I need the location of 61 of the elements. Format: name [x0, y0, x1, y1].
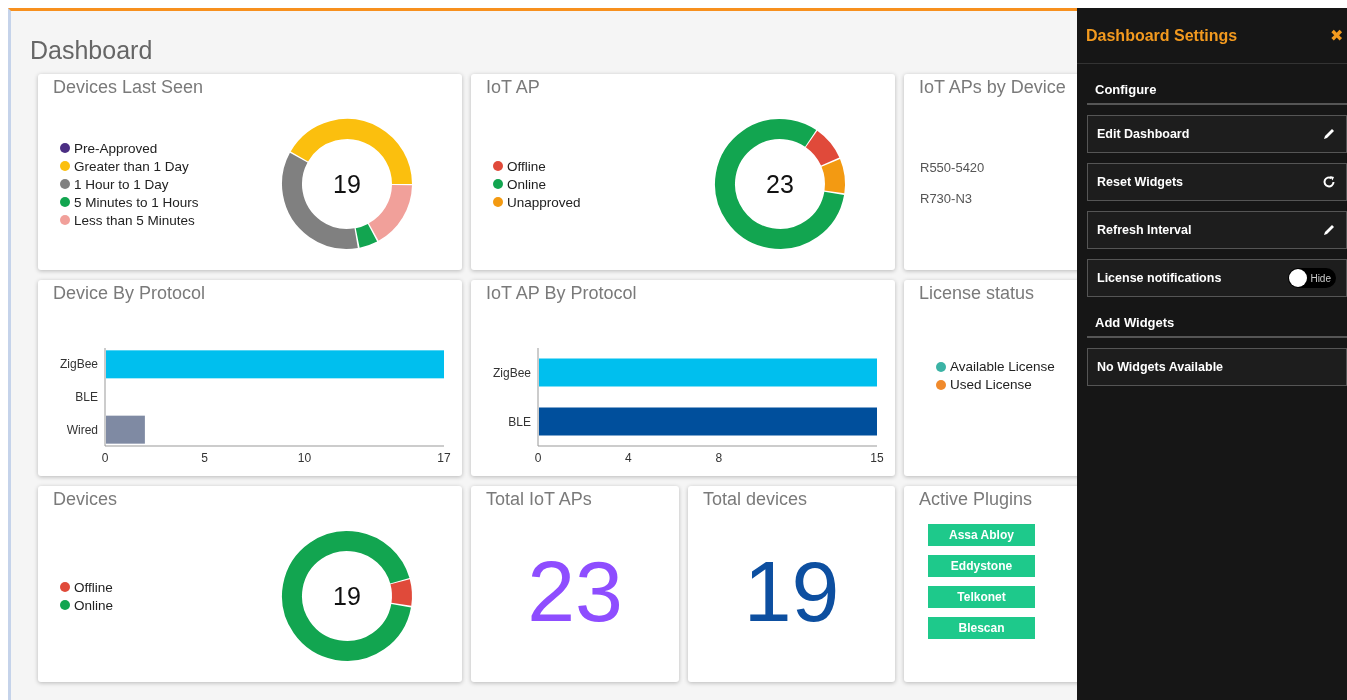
- legend-label: Offline: [507, 158, 546, 174]
- tick-label: 17: [437, 451, 451, 464]
- widget-title: Total IoT APs: [486, 489, 592, 510]
- tick-label: 0: [101, 451, 109, 464]
- count-value: 23: [526, 541, 624, 641]
- legend-label: Unapproved: [507, 194, 581, 210]
- device-label: R730-N3: [920, 191, 973, 206]
- legend-label: Greater than 1 Day: [74, 158, 189, 174]
- legend-label: Used License: [950, 377, 1032, 392]
- tick-label: 10: [297, 451, 312, 464]
- total-count: 23: [766, 169, 794, 199]
- widget-title: Device By Protocol: [53, 283, 206, 304]
- widget-title: Devices Last Seen: [53, 77, 204, 98]
- device-label: R550-5420: [920, 160, 985, 175]
- settings-button[interactable]: Reset Widgets: [1087, 163, 1347, 201]
- bar: [106, 415, 145, 444]
- info-text: No Widgets Available: [1097, 360, 1224, 374]
- widget-title: Active Plugins: [919, 489, 1033, 510]
- legend-label: Online: [507, 176, 547, 192]
- page-title: Dashboard: [30, 36, 153, 66]
- plugin-tag: Telkonet: [928, 586, 1035, 608]
- category-label: ZigBee: [59, 357, 98, 372]
- tick-label: 5: [201, 451, 209, 464]
- legend-label: Online: [74, 597, 114, 613]
- widget-title: License status: [919, 283, 1035, 304]
- plugin-tag: Blescan: [928, 617, 1035, 639]
- tick-label: 15: [870, 451, 884, 464]
- legend-label: Less than 5 Minutes: [74, 212, 195, 228]
- settings-button[interactable]: Edit Dashboard: [1087, 115, 1347, 153]
- widget-title: IoT AP By Protocol: [486, 283, 637, 304]
- tick-label: 8: [715, 451, 723, 464]
- widget-title: IoT APs by Device: [919, 77, 1066, 98]
- category-label: Wired: [66, 422, 98, 437]
- legend-label: Available License: [950, 359, 1055, 374]
- section-heading: Configure: [1087, 64, 1347, 105]
- total-count: 19: [333, 581, 361, 611]
- category-label: BLE: [75, 390, 98, 404]
- pencil-icon: [1322, 223, 1336, 237]
- widget-title: Total devices: [703, 489, 808, 510]
- count-value: 19: [742, 541, 841, 641]
- section-heading: Add Widgets: [1087, 297, 1347, 338]
- plugin-tag: Assa Abloy: [928, 524, 1035, 546]
- refresh-icon: [1322, 175, 1336, 189]
- tick-label: 0: [534, 451, 542, 464]
- legend-label: Offline: [74, 579, 113, 595]
- close-button[interactable]: ✖: [1330, 26, 1347, 45]
- total-count: 19: [333, 169, 361, 199]
- toggle-switch[interactable]: Hide: [1288, 268, 1336, 288]
- widget-title: IoT AP: [486, 77, 540, 98]
- category-label: ZigBee: [492, 365, 531, 380]
- tick-label: 4: [625, 451, 632, 464]
- category-label: BLE: [508, 414, 531, 429]
- legend-label: Pre-Approved: [74, 140, 158, 156]
- panel-title: Dashboard Settings: [1086, 26, 1238, 45]
- pencil-icon: [1322, 127, 1336, 141]
- legend-label: 1 Hour to 1 Day: [74, 176, 169, 192]
- settings-button[interactable]: Refresh Interval: [1087, 211, 1347, 249]
- setting-label: License notifications: [1097, 271, 1222, 285]
- widget-title: Devices: [53, 489, 118, 510]
- plugin-tag: Eddystone: [928, 555, 1035, 577]
- legend-label: 5 Minutes to 1 Hours: [74, 194, 199, 210]
